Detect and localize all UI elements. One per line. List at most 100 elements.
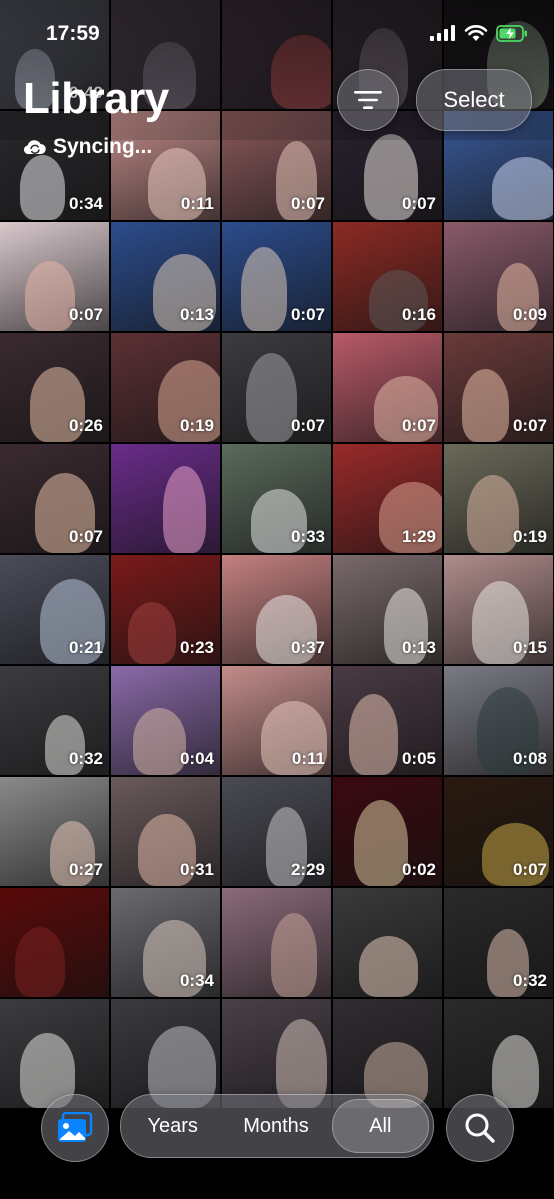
video-duration: 0:02 [401, 860, 436, 879]
thumbnail-subject [462, 369, 509, 442]
video-duration: 0:21 [68, 638, 103, 657]
photo-thumbnail[interactable]: 0:23 [111, 555, 220, 664]
photo-thumbnail[interactable] [333, 888, 442, 997]
video-duration: 0:07 [512, 416, 547, 435]
photo-thumbnail[interactable]: 0:26 [0, 333, 109, 442]
photo-thumbnail[interactable]: 0:07 [222, 111, 331, 220]
photo-thumbnail[interactable]: 0:11 [111, 111, 220, 220]
video-duration: 0:09 [512, 305, 547, 324]
photo-thumbnail[interactable]: 0:15 [444, 555, 553, 664]
video-duration: 0:05 [401, 749, 436, 768]
photo-thumbnail[interactable] [0, 888, 109, 997]
sync-status-label: Syncing... [53, 135, 153, 158]
photo-thumbnail[interactable]: 0:02 [333, 777, 442, 886]
photo-thumbnail[interactable] [444, 999, 553, 1108]
thumbnail-subject [15, 927, 65, 997]
thumbnail-subject [354, 800, 408, 886]
cloud-sync-icon [23, 140, 46, 155]
photo-thumbnail[interactable]: 0:11 [222, 666, 331, 775]
photo-thumbnail[interactable]: 0:32 [444, 888, 553, 997]
thumbnail-subject [359, 936, 418, 997]
photo-thumbnail[interactable]: 0:07 [333, 333, 442, 442]
albums-button[interactable] [41, 1094, 109, 1162]
thumbnail-subject [271, 913, 317, 997]
photo-thumbnail[interactable]: 0:16 [333, 222, 442, 331]
video-duration: 2:29 [290, 860, 325, 879]
photo-thumbnail[interactable] [0, 999, 109, 1108]
video-duration: 0:11 [291, 749, 325, 768]
photo-thumbnail[interactable] [333, 999, 442, 1108]
photo-thumbnail[interactable]: 0:08 [444, 666, 553, 775]
thumbnail-subject [246, 353, 297, 442]
view-switcher: Years Months All [120, 1094, 434, 1158]
photo-thumbnail[interactable]: 0:32 [0, 666, 109, 775]
photo-thumbnail[interactable] [222, 999, 331, 1108]
video-duration: 0:07 [401, 194, 436, 213]
photo-thumbnail[interactable]: 0:33 [222, 444, 331, 553]
photo-thumbnail[interactable]: 0:31 [111, 777, 220, 886]
photo-thumbnail[interactable]: 0:19 [111, 333, 220, 442]
photo-thumbnail[interactable]: 0:37 [222, 555, 331, 664]
video-duration: 0:15 [512, 638, 547, 657]
video-duration: 0:34 [68, 194, 103, 213]
photo-thumbnail[interactable] [111, 444, 220, 553]
video-duration: 0:11 [180, 194, 214, 213]
photo-thumbnail[interactable]: 0:07 [222, 333, 331, 442]
signal-icon [430, 25, 455, 41]
photo-thumbnail[interactable]: 0:07 [222, 222, 331, 331]
wifi-icon [464, 25, 488, 41]
photo-thumbnail[interactable]: 0:13 [111, 222, 220, 331]
view-option-all[interactable]: All [331, 1099, 429, 1153]
photo-thumbnail[interactable]: 0:13 [333, 555, 442, 664]
photo-thumbnail[interactable]: 0:04 [111, 666, 220, 775]
sort-icon [354, 91, 382, 109]
video-duration: 0:32 [68, 749, 103, 768]
photo-thumbnail[interactable]: 0:27 [0, 777, 109, 886]
thumbnail-subject [492, 1035, 539, 1108]
video-duration: 0:33 [290, 527, 325, 546]
photo-thumbnail[interactable] [111, 999, 220, 1108]
select-button[interactable]: Select [416, 69, 532, 131]
sort-button[interactable] [337, 69, 399, 131]
video-duration: 0:31 [179, 860, 214, 879]
photo-thumbnail[interactable]: 0:07 [444, 777, 553, 886]
photo-thumbnail[interactable]: 0:21 [0, 555, 109, 664]
status-time: 17:59 [46, 22, 100, 45]
thumbnail-subject [492, 157, 553, 220]
photo-thumbnail[interactable]: 0:07 [0, 222, 109, 331]
search-button[interactable] [446, 1094, 514, 1162]
photo-thumbnail[interactable]: 0:09 [444, 222, 553, 331]
photo-thumbnail[interactable]: 2:29 [222, 777, 331, 886]
status-icons [430, 24, 528, 42]
thumbnail-subject [25, 261, 75, 331]
video-duration: 0:37 [290, 638, 325, 657]
video-duration: 0:16 [401, 305, 436, 324]
video-duration: 0:07 [68, 527, 103, 546]
view-option-years[interactable]: Years [125, 1100, 220, 1152]
video-duration: 0:07 [290, 416, 325, 435]
thumbnail-subject [163, 466, 206, 553]
view-option-months[interactable]: Months [228, 1100, 323, 1152]
thumbnail-subject [128, 602, 176, 664]
video-duration: 0:07 [290, 305, 325, 324]
video-duration: 0:26 [68, 416, 103, 435]
photo-thumbnail[interactable]: 0:07 [444, 333, 553, 442]
photo-thumbnail[interactable]: 1:29 [333, 444, 442, 553]
photo-thumbnail[interactable]: 0:07 [333, 111, 442, 220]
thumbnail-subject [467, 475, 519, 553]
photo-thumbnail[interactable] [222, 888, 331, 997]
video-duration: 0:07 [290, 194, 325, 213]
video-duration: 1:29 [401, 527, 436, 546]
photo-thumbnail[interactable]: 0:07 [0, 444, 109, 553]
battery-charging-icon [496, 24, 527, 42]
video-duration: 0:07 [401, 416, 436, 435]
photo-thumbnail[interactable]: 0:19 [444, 444, 553, 553]
photo-thumbnail[interactable]: 0:34 [0, 111, 109, 220]
video-duration: 0:04 [179, 749, 214, 768]
video-duration: 0:19 [179, 416, 214, 435]
photo-thumbnail[interactable]: 0:34 [111, 888, 220, 997]
photo-thumbnail[interactable]: 0:05 [333, 666, 442, 775]
sync-status: Syncing... [23, 135, 152, 159]
video-duration: 0:13 [401, 638, 436, 657]
thumbnail-subject [241, 247, 287, 331]
